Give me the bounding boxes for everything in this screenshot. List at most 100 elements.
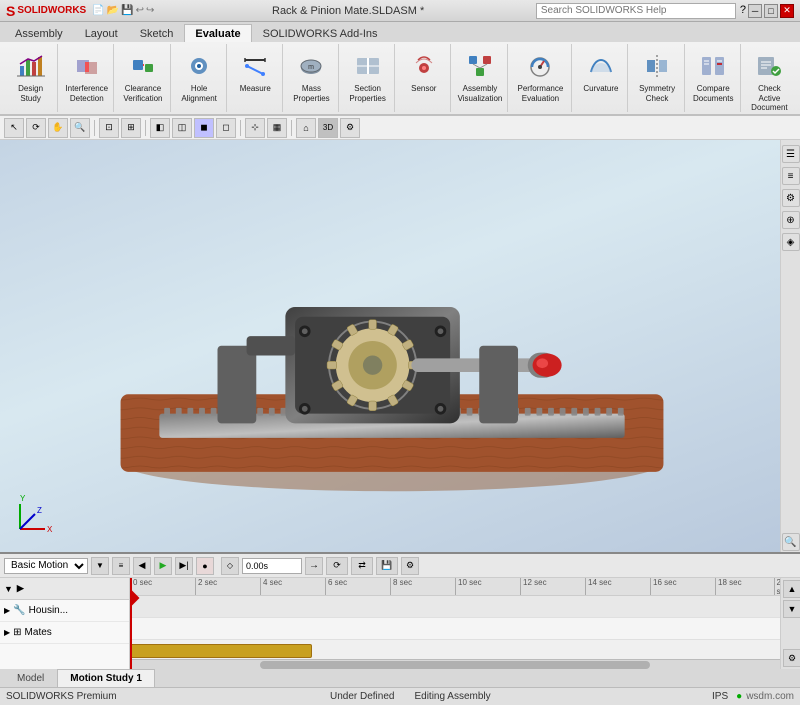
config-manager-icon[interactable]: ⚙ — [782, 189, 800, 207]
section-view[interactable]: ▦ — [267, 118, 287, 138]
sim-settings[interactable]: ⚙ — [401, 557, 419, 575]
step-forward-button[interactable]: ▶| — [175, 557, 193, 575]
clearance-button[interactable]: ClearanceVerification — [119, 48, 167, 105]
property-manager-icon[interactable]: ≡ — [782, 167, 800, 185]
pointer-tool[interactable]: ↖ — [4, 118, 24, 138]
tab-sketch[interactable]: Sketch — [129, 24, 185, 42]
assembly-viz-button[interactable]: AssemblyVisualization — [456, 48, 504, 105]
clearance-label: ClearanceVerification — [123, 84, 162, 103]
save-anim[interactable]: 💾 — [376, 557, 398, 575]
check-active-button[interactable]: Check ActiveDocument — [745, 48, 793, 115]
save-icon[interactable]: 💾 — [121, 5, 133, 16]
mates-bar[interactable] — [130, 644, 312, 658]
measure-button[interactable]: Measure — [231, 48, 279, 104]
group-mass: m MassProperties — [285, 44, 339, 112]
question-icon[interactable]: ? — [740, 4, 746, 18]
viewport-toolbar: ↖ ⟳ ✋ 🔍 ⊡ ⊞ ◧ ◫ ◼ ◻ ⊹ ▦ ⌂ 3D ⚙ — [0, 116, 800, 140]
standard-views[interactable]: ⊹ — [245, 118, 265, 138]
close-icon[interactable]: ✕ — [780, 4, 794, 18]
3d-viewport[interactable]: Y X Z ☰ ≡ ⚙ ⊕ ◈ 🔍 — [0, 140, 800, 552]
group-symmetry: SymmetryCheck — [630, 44, 684, 112]
housing-item[interactable]: ▶ 🔧 Housin... — [0, 600, 129, 622]
redo-icon[interactable]: ↪ — [146, 5, 154, 16]
compare-button[interactable]: CompareDocuments — [689, 48, 737, 105]
record-button[interactable]: ● — [196, 557, 214, 575]
view-options[interactable]: ⚙ — [340, 118, 360, 138]
timeline-btn-2[interactable]: ▼ — [783, 600, 800, 618]
timeline-btn-1[interactable]: ▲ — [783, 580, 800, 598]
svg-text:Z: Z — [37, 506, 42, 515]
status-brand: wsdm.com — [746, 691, 794, 702]
quick-access-icons: 📄 📂 💾 ↩ ↪ — [92, 5, 154, 16]
mates-expand[interactable]: ▶ — [4, 628, 10, 637]
mark-16: 16 sec — [650, 578, 677, 595]
main-area: ↖ ⟳ ✋ 🔍 ⊡ ⊞ ◧ ◫ ◼ ◻ ⊹ ▦ ⌂ 3D ⚙ — [0, 116, 800, 552]
hidden-lines[interactable]: ◫ — [172, 118, 192, 138]
component-icon: 🔧 — [13, 605, 25, 616]
group-perf-eval-items: PerformanceEvaluation — [511, 44, 569, 112]
shaded[interactable]: ◼ — [194, 118, 214, 138]
zoom-fit[interactable]: ⊡ — [99, 118, 119, 138]
hole-button[interactable]: HoleAlignment — [175, 48, 223, 105]
perf-eval-button[interactable]: PerformanceEvaluation — [511, 48, 569, 105]
tab-motion-study[interactable]: Motion Study 1 — [57, 669, 155, 687]
properties-button[interactable]: ≡ — [112, 557, 130, 575]
search-icon[interactable]: 🔍 — [782, 533, 800, 551]
loop-button[interactable]: ⟳ — [326, 557, 348, 575]
mates-item[interactable]: ▶ ⊞ Mates — [0, 622, 129, 644]
mark-6: 6 sec — [325, 578, 347, 595]
key-button[interactable]: ◇ — [221, 557, 239, 575]
curvature-button[interactable]: Curvature — [577, 48, 625, 104]
group-curvature: Curvature — [574, 44, 628, 112]
zoom-selected[interactable]: ⊞ — [121, 118, 141, 138]
interference-button[interactable]: InterferenceDetection — [63, 48, 111, 105]
tab-evaluate[interactable]: Evaluate — [184, 24, 251, 42]
display-style[interactable]: ◧ — [150, 118, 170, 138]
housing-expand[interactable]: ▶ — [4, 606, 10, 615]
mass-button[interactable]: m MassProperties — [287, 48, 335, 105]
arrow-right[interactable]: → — [305, 557, 323, 575]
filter-button[interactable]: ▼ — [91, 557, 109, 575]
timeline-scrollbar[interactable] — [130, 659, 780, 669]
group-section-items: SectionProperties — [344, 44, 392, 112]
minus-icon[interactable]: ─ — [748, 4, 762, 18]
sep3 — [240, 120, 241, 136]
measure-label: Measure — [240, 84, 271, 94]
view-3d[interactable]: 3D — [318, 118, 338, 138]
tab-model[interactable]: Model — [4, 669, 57, 687]
zoom-tool[interactable]: 🔍 — [70, 118, 90, 138]
open-icon[interactable]: 📂 — [107, 5, 119, 16]
scrollbar-thumb[interactable] — [260, 661, 650, 669]
symmetry-button[interactable]: SymmetryCheck — [633, 48, 681, 105]
dim-xpert-icon[interactable]: ⊕ — [782, 211, 800, 229]
undo-icon[interactable]: ↩ — [136, 5, 144, 16]
motion-toolbar: Basic Motion ▼ ≡ ◀ ▶ ▶| ● ◇ 0.00s → ⟳ ⇄ … — [0, 554, 800, 578]
status-units: IPS — [712, 691, 728, 702]
feature-tree-icon[interactable]: ☰ — [782, 145, 800, 163]
new-icon[interactable]: 📄 — [92, 5, 104, 16]
tab-addins[interactable]: SOLIDWORKS Add-Ins — [252, 24, 389, 42]
restore-icon[interactable]: □ — [764, 4, 778, 18]
play-button[interactable]: ▶ — [154, 557, 172, 575]
timeline-btn-3[interactable]: ⚙ — [783, 649, 800, 667]
curvature-icon — [585, 50, 617, 82]
design-study-button[interactable]: DesignStudy — [7, 48, 55, 105]
sensor-button[interactable]: Sensor — [400, 48, 448, 104]
bounce-button[interactable]: ⇄ — [351, 557, 373, 575]
ribbon: Assembly Layout Sketch Evaluate SOLIDWOR… — [0, 22, 800, 116]
search-input[interactable] — [536, 3, 736, 19]
tab-layout[interactable]: Layout — [74, 24, 129, 42]
track-row-header — [130, 596, 780, 618]
group-measure-items: Measure — [231, 44, 279, 112]
pan-tool[interactable]: ✋ — [48, 118, 68, 138]
motion-timeline: ▼ ▶ ▶ 🔧 Housin... ▶ ⊞ Mates 0 sec 2 sec — [0, 578, 800, 669]
playhead-indicator[interactable] — [130, 578, 132, 669]
section-button[interactable]: SectionProperties — [344, 48, 392, 105]
motion-type-select[interactable]: Basic Motion — [4, 558, 88, 574]
view-orient[interactable]: ⌂ — [296, 118, 316, 138]
play-back-button[interactable]: ◀ — [133, 557, 151, 575]
rotate-tool[interactable]: ⟳ — [26, 118, 46, 138]
display-manager-icon[interactable]: ◈ — [782, 233, 800, 251]
tab-assembly[interactable]: Assembly — [4, 24, 74, 42]
wireframe[interactable]: ◻ — [216, 118, 236, 138]
